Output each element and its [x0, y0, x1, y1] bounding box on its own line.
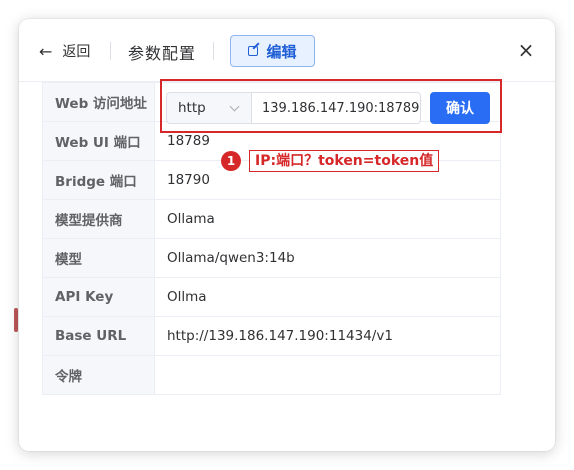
- chevron-down-icon: [229, 101, 240, 112]
- row-label: API Key: [42, 277, 155, 317]
- table-row: 令牌: [42, 355, 501, 395]
- web-address-input[interactable]: [251, 92, 421, 124]
- protocol-select[interactable]: http: [166, 92, 252, 124]
- dialog-header: ← 返回 参数配置 编辑 ×: [19, 19, 555, 82]
- config-table: Web 访问地址 Web UI 端口 18789 Bridge 端口 18790…: [42, 82, 501, 395]
- table-row: Base URL http://139.186.147.190:11434/v1: [42, 316, 501, 356]
- back-button[interactable]: ← 返回: [39, 41, 90, 61]
- edit-button[interactable]: 编辑: [230, 35, 315, 67]
- arrow-left-icon: ←: [39, 41, 53, 61]
- row-label-web-url: Web 访问地址: [42, 82, 155, 122]
- row-label: 模型提供商: [42, 199, 155, 239]
- row-label: 令牌: [42, 355, 155, 395]
- edit-icon: [248, 46, 259, 56]
- protocol-select-value: http: [178, 100, 206, 116]
- row-value: 18790: [154, 160, 501, 200]
- table-row: Web UI 端口 18789: [42, 121, 501, 161]
- close-icon[interactable]: ×: [516, 39, 536, 61]
- table-row: 模型 Ollama/qwen3:14b: [42, 238, 501, 278]
- row-value: Ollama: [154, 199, 501, 239]
- header-divider: [213, 42, 214, 60]
- back-label: 返回: [62, 44, 91, 60]
- row-label: Web UI 端口: [42, 121, 155, 161]
- table-row: 模型提供商 Ollama: [42, 199, 501, 239]
- row-label: Base URL: [42, 316, 155, 356]
- confirm-button[interactable]: 确认: [430, 92, 490, 124]
- background-edge-mark: [14, 308, 18, 332]
- row-value: Ollma: [154, 277, 501, 317]
- row-label: Bridge 端口: [42, 160, 155, 200]
- edit-label: 编辑: [266, 42, 297, 61]
- row-value: 18789: [154, 121, 501, 161]
- table-row: API Key Ollma: [42, 277, 501, 317]
- table-row: Bridge 端口 18790: [42, 160, 501, 200]
- row-label: 模型: [42, 238, 155, 278]
- row-value: http://139.186.147.190:11434/v1: [154, 316, 501, 356]
- row-value: Ollama/qwen3:14b: [154, 238, 501, 278]
- page-title: 参数配置: [128, 44, 197, 63]
- token-value: [154, 355, 501, 395]
- header-divider: [110, 42, 111, 60]
